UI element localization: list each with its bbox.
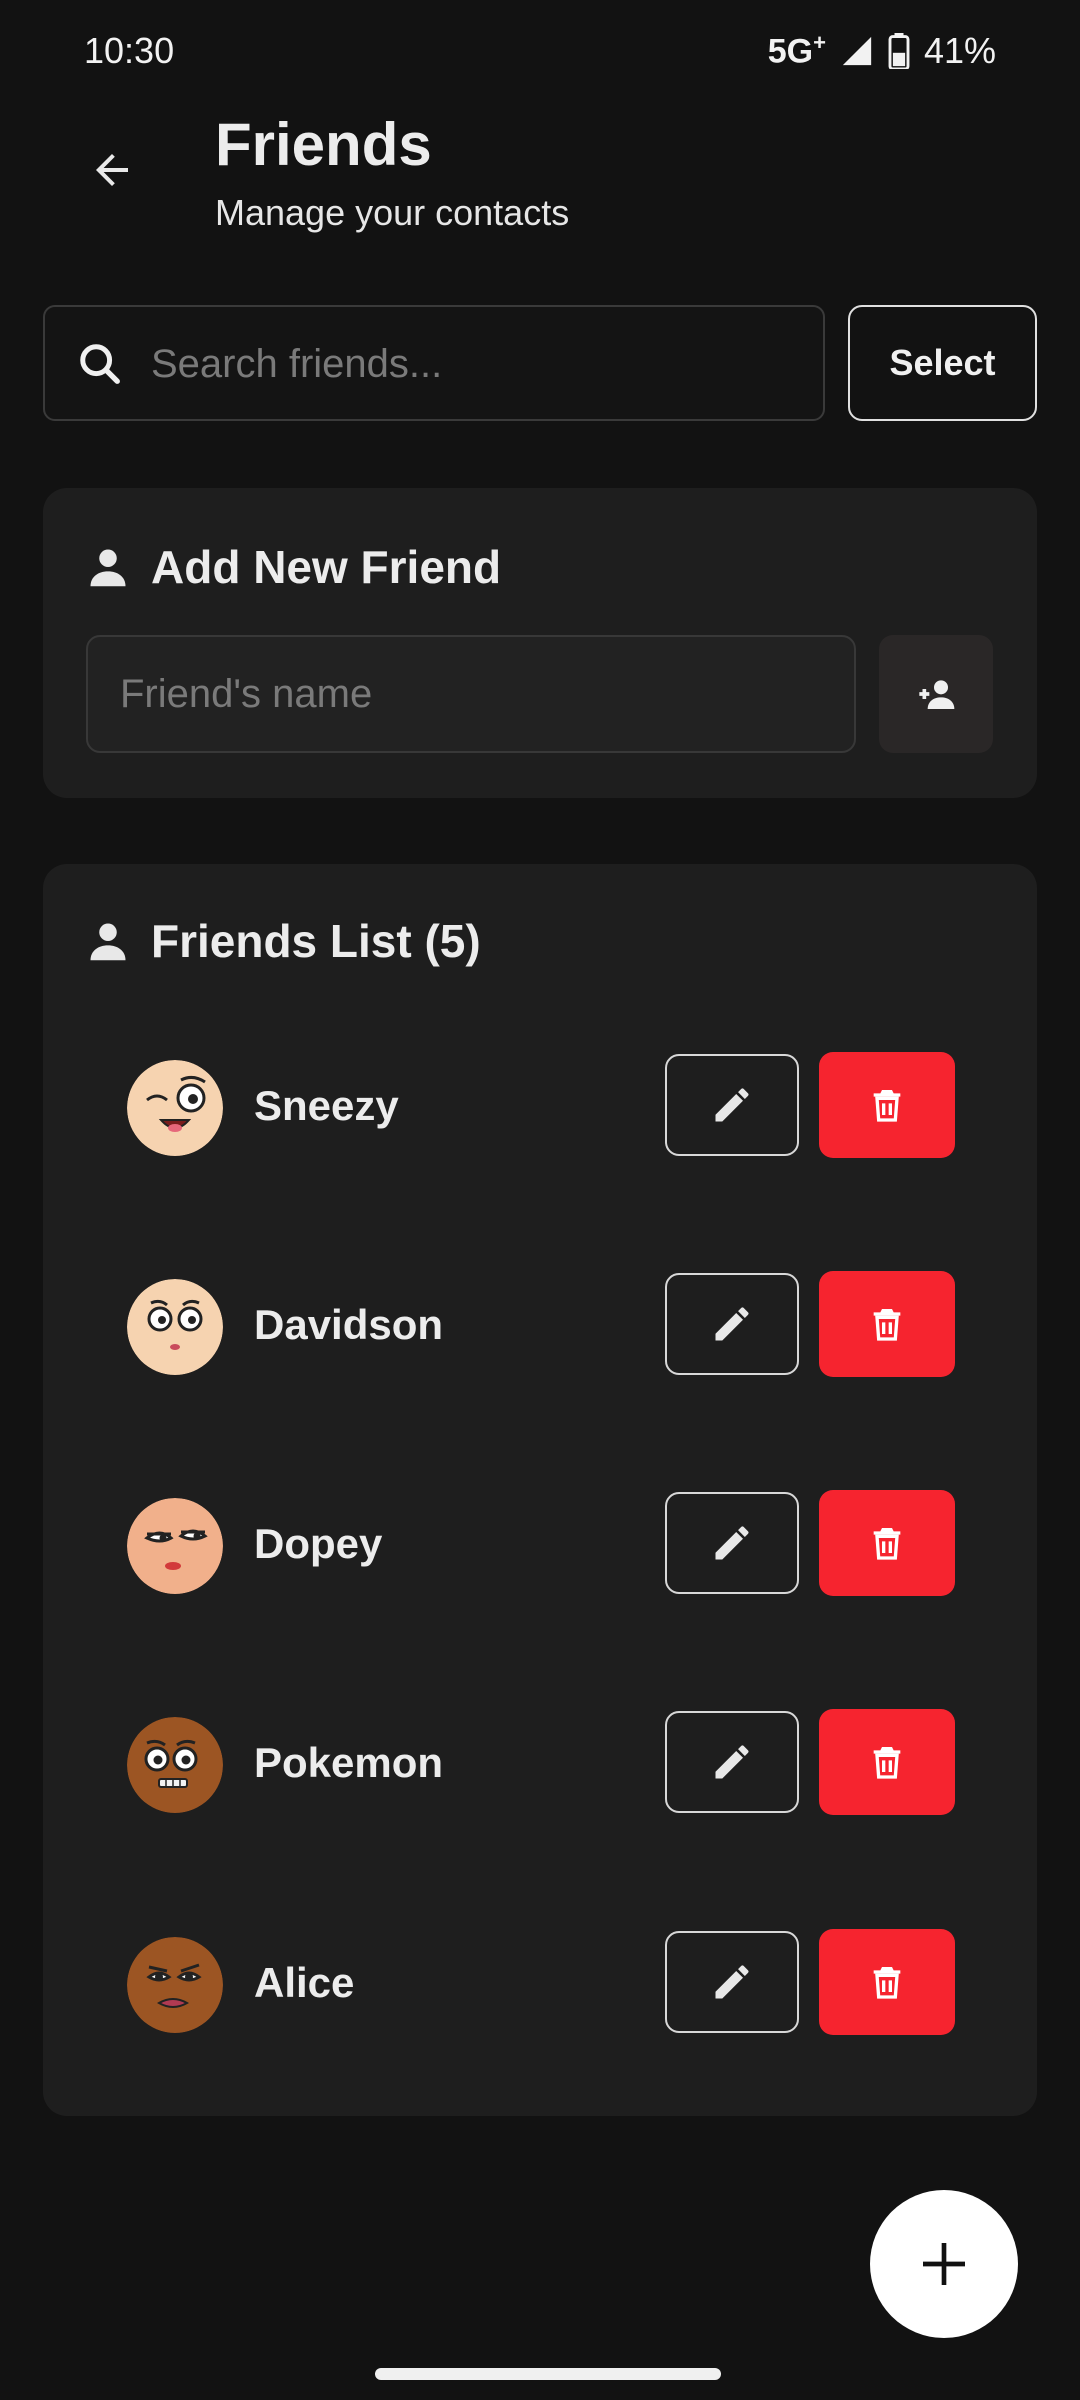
friend-row: Sneezy [43, 1052, 1037, 1162]
friend-name: Dopey [254, 1520, 383, 1567]
trash-icon [873, 1528, 901, 1560]
network-indicator: 5G+ [768, 30, 826, 71]
friend-row: Dopey [43, 1490, 1037, 1600]
select-button[interactable]: Select [848, 305, 1037, 421]
home-indicator[interactable] [375, 2368, 721, 2380]
search-box[interactable] [43, 305, 825, 421]
avatar-skin [127, 1060, 223, 1156]
friend-name: Sneezy [254, 1082, 399, 1129]
page-title: Friends [215, 111, 432, 178]
trash-icon [873, 1747, 901, 1779]
avatar-skin [127, 1937, 223, 2033]
delete-friend-button[interactable] [819, 1052, 955, 1158]
edit-friend-button[interactable] [665, 1931, 799, 2033]
friend-name: Davidson [254, 1301, 444, 1348]
avatar [127, 1498, 223, 1594]
friend-name: Alice [254, 1959, 355, 2006]
friends-list-title: Friends List (5) [151, 915, 481, 967]
trash-icon [873, 1309, 901, 1341]
back-button[interactable] [72, 130, 152, 210]
network-sup: + [813, 30, 826, 56]
avatar-face-icon [127, 1279, 223, 1375]
search-input[interactable] [149, 307, 793, 421]
friends-list-header: Friends List (5) [87, 914, 481, 968]
edit-friend-button[interactable] [665, 1273, 799, 1375]
status-icons: 5G+ 41% [768, 30, 996, 72]
avatar-skin [127, 1498, 223, 1594]
trash-icon [873, 1090, 901, 1122]
pencil-icon [715, 1745, 749, 1779]
add-friend-button[interactable] [879, 635, 993, 753]
avatar [127, 1060, 223, 1156]
signal-icon [842, 36, 872, 66]
pencil-icon [715, 1088, 749, 1122]
page-subtitle: Manage your contacts [215, 192, 570, 233]
person-icon [90, 549, 126, 587]
friend-row: Davidson [43, 1271, 1037, 1381]
pencil-icon [715, 1307, 749, 1341]
person-icon [90, 923, 126, 961]
network-label: 5G [767, 32, 814, 71]
avatar-face-icon [127, 1937, 223, 2033]
add-fab-button[interactable] [870, 2190, 1018, 2338]
avatar-skin [127, 1279, 223, 1375]
edit-friend-button[interactable] [665, 1054, 799, 1156]
friends-list-card: Friends List (5) Sneezy Davidson Dopey P… [43, 864, 1037, 2116]
delete-friend-button[interactable] [819, 1929, 955, 2035]
avatar-face-icon [127, 1498, 223, 1594]
delete-friend-button[interactable] [819, 1709, 955, 1815]
edit-friend-button[interactable] [665, 1711, 799, 1813]
friend-row: Pokemon [43, 1709, 1037, 1819]
pencil-icon [715, 1526, 749, 1560]
person-add-icon [919, 680, 955, 709]
friend-name: Pokemon [254, 1739, 444, 1786]
avatar [127, 1279, 223, 1375]
search-icon [80, 344, 120, 384]
edit-friend-button[interactable] [665, 1492, 799, 1594]
avatar-face-icon [127, 1717, 223, 1813]
delete-friend-button[interactable] [819, 1490, 955, 1596]
add-friend-title: Add New Friend [151, 541, 502, 593]
pencil-icon [715, 1965, 749, 1999]
arrow-left-icon [96, 154, 128, 186]
delete-friend-button[interactable] [819, 1271, 955, 1377]
battery-percent: 41% [923, 30, 996, 71]
plus-icon [923, 2243, 965, 2285]
friend-row: Alice [43, 1929, 1037, 2039]
friend-name-input[interactable] [86, 635, 856, 753]
add-friend-card: Add New Friend [43, 488, 1037, 798]
avatar [127, 1717, 223, 1813]
avatar [127, 1937, 223, 2033]
add-friend-header: Add New Friend [87, 540, 501, 594]
battery-icon [888, 33, 910, 69]
status-time: 10:30 [84, 30, 175, 71]
avatar-face-icon [127, 1060, 223, 1156]
trash-icon [873, 1967, 901, 1999]
